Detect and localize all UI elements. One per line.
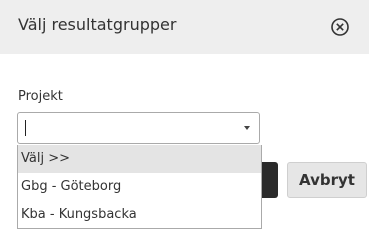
dialog-header: Välj resultatgrupper — [0, 0, 369, 54]
project-label: Projekt — [18, 89, 63, 104]
cancel-button[interactable]: Avbryt — [287, 162, 367, 198]
dropdown-option-choose[interactable]: Välj >> — [18, 145, 261, 173]
text-cursor — [25, 120, 26, 136]
dropdown-option-gbg[interactable]: Gbg - Göteborg — [18, 173, 261, 201]
close-icon[interactable] — [330, 17, 350, 37]
chevron-down-icon[interactable] — [244, 126, 250, 130]
project-dropdown-list: Välj >> Gbg - Göteborg Kba - Kungsbacka — [17, 145, 262, 229]
project-select[interactable] — [17, 112, 260, 144]
dialog-title: Välj resultatgrupper — [18, 15, 177, 34]
dropdown-option-kba[interactable]: Kba - Kungsbacka — [18, 201, 261, 229]
